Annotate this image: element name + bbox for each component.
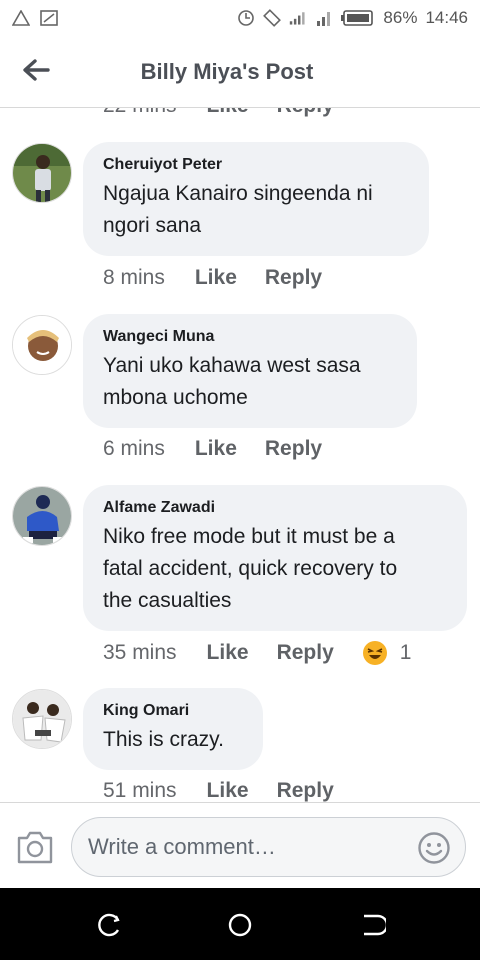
comments-list[interactable]: 22 mins Like Reply Cheruiyot Peter Ngaju… bbox=[0, 90, 480, 802]
data-saver-icon bbox=[237, 9, 255, 27]
comment-meta: 51 mins Like Reply bbox=[103, 779, 362, 802]
avatar[interactable] bbox=[12, 143, 72, 203]
signal-2-icon bbox=[315, 9, 333, 27]
page-title: Billy Miya's Post bbox=[140, 58, 314, 84]
comment-text: mbona uchome bbox=[103, 386, 248, 409]
recent-apps-icon[interactable] bbox=[96, 912, 122, 938]
top-bar: Billy Miya's Post bbox=[0, 36, 480, 108]
system-nav-bar bbox=[0, 888, 480, 960]
avatar[interactable] bbox=[12, 315, 72, 375]
comment-meta: 8 mins Like Reply bbox=[103, 266, 350, 290]
comment-time: 6 mins bbox=[103, 437, 165, 460]
like-button[interactable]: Like bbox=[207, 641, 249, 665]
comment-text: the casualties bbox=[103, 589, 232, 612]
warning-icon bbox=[12, 9, 30, 27]
emoji-icon[interactable] bbox=[417, 831, 451, 865]
reply-button[interactable]: Reply bbox=[265, 437, 322, 461]
comment-time: 35 mins bbox=[103, 641, 177, 664]
comment-input-container[interactable] bbox=[71, 817, 466, 877]
like-button[interactable]: Like bbox=[207, 779, 249, 802]
clock: 14:46 bbox=[425, 8, 468, 27]
reply-button[interactable]: Reply bbox=[277, 779, 334, 802]
comment-meta: 35 mins Like Reply 1 bbox=[103, 640, 411, 666]
commenter-name[interactable]: Cheruiyot Peter bbox=[103, 156, 409, 174]
comment-bubble[interactable]: King Omari This is crazy. bbox=[83, 688, 263, 770]
comment-text: Yani uko kahawa west sasa bbox=[103, 354, 361, 377]
reply-button[interactable]: Reply bbox=[265, 266, 322, 290]
comment-time: 51 mins bbox=[103, 779, 177, 802]
commenter-name[interactable]: King Omari bbox=[103, 702, 243, 720]
signal-icon bbox=[289, 9, 307, 27]
battery-percent: 86% bbox=[383, 8, 418, 27]
comment-input[interactable] bbox=[88, 834, 408, 860]
comment-composer bbox=[0, 802, 480, 888]
screenshot-icon bbox=[40, 9, 58, 27]
laughing-emoji-icon bbox=[362, 641, 387, 665]
screen: 86% 14:46 22 mins Like Reply Cheruiyot P… bbox=[0, 0, 480, 960]
comment-text: ngori sana bbox=[103, 214, 202, 237]
comment-bubble[interactable]: Wangeci Muna Yani uko kahawa west sasa m… bbox=[83, 314, 417, 428]
rotate-icon bbox=[263, 9, 282, 27]
comment-bubble[interactable]: Alfame Zawadi Niko free mode but it must… bbox=[83, 485, 467, 631]
commenter-name[interactable]: Wangeci Muna bbox=[103, 328, 397, 346]
avatar[interactable] bbox=[12, 689, 72, 749]
avatar[interactable] bbox=[12, 486, 72, 546]
commenter-name[interactable]: Alfame Zawadi bbox=[103, 499, 447, 517]
comment-text: This is crazy. bbox=[103, 728, 224, 751]
like-button[interactable]: Like bbox=[195, 266, 237, 290]
comment-time: 8 mins bbox=[103, 266, 165, 289]
like-button[interactable]: Like bbox=[195, 437, 237, 461]
comment-meta: 6 mins Like Reply bbox=[103, 437, 350, 461]
comment-bubble[interactable]: Cheruiyot Peter Ngajua Kanairo singeenda… bbox=[83, 142, 429, 256]
status-bar: 86% 14:46 bbox=[0, 0, 480, 36]
comment-text: Ngajua Kanairo singeenda ni bbox=[103, 182, 373, 205]
reply-button[interactable]: Reply bbox=[277, 641, 334, 665]
comment-text: Niko free mode but it must be a bbox=[103, 525, 395, 548]
reactions[interactable]: 1 bbox=[362, 640, 412, 666]
home-icon[interactable] bbox=[227, 912, 253, 938]
back-icon[interactable] bbox=[360, 912, 389, 938]
reaction-count: 1 bbox=[399, 641, 412, 664]
battery-icon bbox=[341, 9, 375, 27]
comment-text: fatal accident, quick recovery to bbox=[103, 557, 398, 580]
camera-icon[interactable] bbox=[16, 829, 54, 865]
